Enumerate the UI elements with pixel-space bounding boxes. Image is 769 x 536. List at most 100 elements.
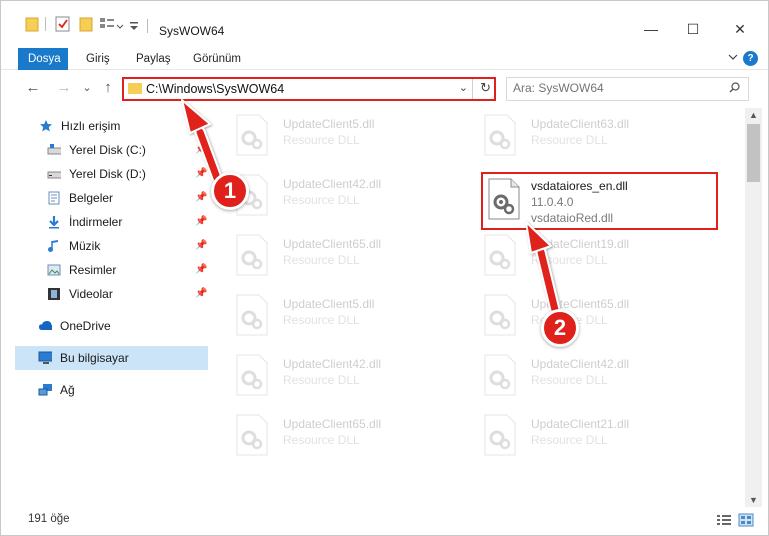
sidebar-item-onedrive[interactable]: OneDrive: [1, 314, 208, 338]
refresh-button[interactable]: ↻: [480, 80, 491, 96]
address-path[interactable]: C:\Windows\SysWOW64: [146, 82, 284, 96]
documents-icon: [48, 191, 60, 205]
file-tile[interactable]: UpdateClient42.dll Resource DLL: [217, 168, 457, 222]
file-tile[interactable]: UpdateClient5.dll Resource DLL: [217, 288, 457, 342]
chevron-down-icon[interactable]: [728, 52, 738, 62]
sidebar-item-this-pc[interactable]: Bu bilgisayar: [15, 346, 208, 370]
pin-icon: 📌: [195, 288, 208, 299]
sidebar-item-pictures[interactable]: Resimler 📌: [1, 258, 208, 282]
dll-file-icon: [484, 294, 516, 336]
file-name: UpdateClient42.dll: [283, 357, 382, 371]
item-count: 191 öğe: [28, 513, 70, 525]
maximize-button[interactable]: ☐: [685, 21, 701, 37]
file-description: Resource DLL: [283, 313, 360, 327]
folder-icon[interactable]: [25, 15, 39, 33]
dll-file-icon: [488, 178, 520, 220]
sidebar-item-music[interactable]: Müzik 📌: [1, 234, 208, 258]
pictures-icon: [47, 264, 61, 276]
dll-file-icon: [484, 414, 516, 456]
cloud-icon: [39, 321, 52, 330]
address-bar[interactable]: C:\Windows\SysWOW64 ⌄ ↻: [122, 77, 496, 101]
file-name: UpdateClient65.dll: [283, 417, 382, 431]
file-name: vsdataiores_en.dll: [531, 179, 628, 193]
scroll-up-icon[interactable]: ▲: [749, 110, 758, 120]
step-badge-1: 1: [211, 172, 249, 210]
search-icon[interactable]: [729, 82, 740, 93]
file-description: vsdataioRed.dll: [531, 211, 614, 225]
file-description: Resource DLL: [531, 133, 608, 147]
dll-file-icon: [484, 234, 516, 276]
view-details-icon[interactable]: [99, 15, 115, 33]
file-description: Resource DLL: [283, 133, 360, 147]
drive-icon: [47, 144, 61, 155]
file-tile[interactable]: UpdateClient42.dll Resource DLL: [217, 348, 457, 402]
up-button[interactable]: ↑: [100, 79, 116, 97]
search-input[interactable]: [513, 81, 713, 95]
dll-file-icon: [236, 354, 268, 396]
properties-icon[interactable]: [55, 15, 71, 33]
sidebar-item-videos[interactable]: Videolar 📌: [1, 282, 208, 306]
file-name: UpdateClient65.dll: [531, 297, 630, 311]
file-description: Resource DLL: [283, 373, 360, 387]
search-box[interactable]: [506, 77, 749, 101]
file-tile[interactable]: UpdateClient42.dll Resource DLL: [465, 348, 705, 402]
file-tile[interactable]: UpdateClient65.dll Resource DLL: [217, 408, 457, 462]
explorer-window: SysWOW64 — ☐ ✕ Dosya Giriş Paylaş Görünü…: [0, 0, 769, 536]
window-title: SysWOW64: [159, 24, 225, 38]
sidebar-item-downloads[interactable]: İndirmeler 📌: [1, 210, 208, 234]
sidebar-item-label: Yerel Disk (D:): [69, 167, 146, 181]
file-description: Resource DLL: [283, 433, 360, 447]
step-badge-2: 2: [541, 309, 579, 347]
sidebar-item-label: İndirmeler: [69, 215, 123, 229]
scrollbar-thumb[interactable]: [747, 124, 760, 182]
close-button[interactable]: ✕: [732, 21, 748, 37]
tab-dosya[interactable]: Dosya: [18, 48, 68, 70]
sidebar-item-local-disk-c[interactable]: Yerel Disk (C:) 📌: [1, 138, 208, 162]
vertical-scrollbar[interactable]: ▲ ▼: [745, 108, 762, 507]
file-version: 11.0.4.0: [531, 195, 574, 209]
file-tile[interactable]: UpdateClient21.dll Resource DLL: [465, 408, 705, 462]
details-view-icon[interactable]: [716, 513, 732, 527]
navigation-bar: ← → ⌄ ↑ C:\Windows\SysWOW64 ⌄ ↻: [1, 71, 768, 106]
minimize-button[interactable]: —: [643, 21, 659, 37]
status-bar: 191 öğe: [1, 509, 768, 535]
download-icon: [49, 216, 59, 229]
pin-icon: 📌: [195, 168, 208, 179]
file-tile[interactable]: UpdateClient63.dll Resource DLL: [465, 108, 705, 162]
file-tile[interactable]: UpdateClient5.dll Resource DLL: [217, 108, 457, 162]
back-button[interactable]: ←: [25, 79, 41, 97]
file-description: Resource DLL: [531, 433, 608, 447]
large-icons-view-icon[interactable]: [738, 513, 754, 527]
sidebar-item-label: OneDrive: [60, 319, 111, 333]
file-tile[interactable]: UpdateClient19.dll Resource DLL: [465, 228, 705, 282]
drive-icon: [47, 171, 61, 179]
recent-locations-button[interactable]: ⌄: [79, 79, 95, 97]
forward-button[interactable]: →: [56, 79, 72, 97]
sidebar-item-documents[interactable]: Belgeler 📌: [1, 186, 208, 210]
new-folder-icon[interactable]: [79, 15, 93, 33]
file-tile[interactable]: UpdateClient65.dll Resource DLL: [217, 228, 457, 282]
sidebar-item-label: Hızlı erişim: [61, 119, 121, 133]
network-icon: [38, 384, 52, 396]
sidebar-item-label: Videolar: [69, 287, 113, 301]
address-dropdown-button[interactable]: ⌄: [459, 81, 468, 94]
sidebar-item-quick-access[interactable]: Hızlı erişim: [1, 114, 208, 138]
file-name: UpdateClient42.dll: [283, 177, 382, 191]
tab-giris[interactable]: Giriş: [76, 48, 120, 70]
title-divider: [147, 19, 148, 33]
file-name: UpdateClient65.dll: [283, 237, 382, 251]
toolbar-divider: [45, 17, 46, 31]
customize-toolbar-icon[interactable]: [129, 15, 139, 33]
chevron-down-icon[interactable]: [116, 15, 124, 33]
sidebar-item-network[interactable]: Ağ: [1, 378, 208, 402]
file-tile-selected[interactable]: vsdataiores_en.dll 11.0.4.0 vsdataioRed.…: [481, 172, 718, 230]
pin-icon: 📌: [195, 216, 208, 227]
navigation-pane: Hızlı erişim Yerel Disk (C:) 📌 Yerel Dis…: [1, 108, 216, 508]
tab-gorunum[interactable]: Görünüm: [183, 48, 251, 70]
scroll-down-icon[interactable]: ▼: [749, 495, 758, 505]
tab-paylas[interactable]: Paylaş: [126, 48, 181, 70]
help-icon[interactable]: ?: [743, 51, 758, 66]
file-tile[interactable]: UpdateClient65.dll Resource DLL: [465, 288, 705, 342]
ribbon-tabs: Dosya Giriş Paylaş Görünüm ?: [1, 48, 768, 70]
sidebar-item-local-disk-d[interactable]: Yerel Disk (D:) 📌: [1, 162, 208, 186]
